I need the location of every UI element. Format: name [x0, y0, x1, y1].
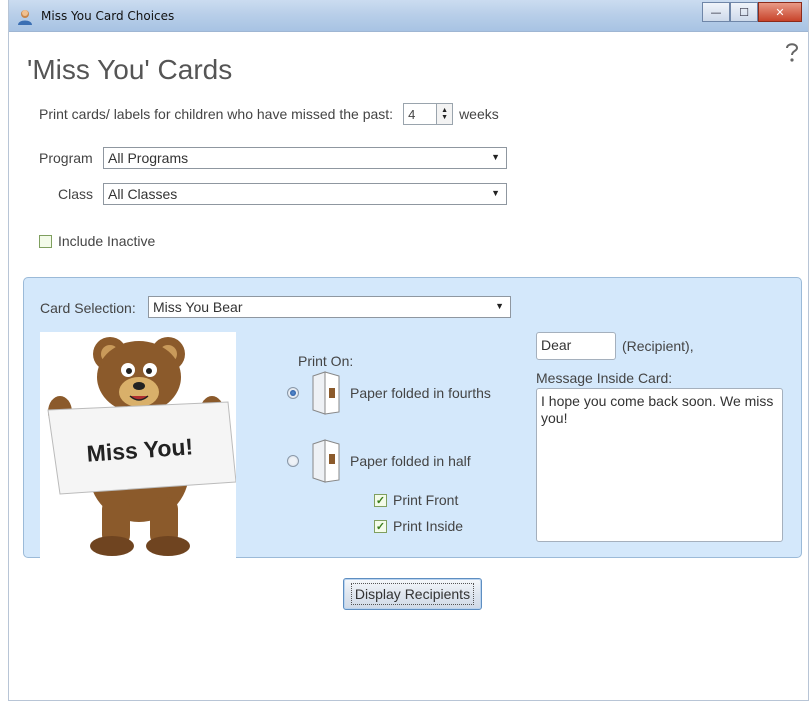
- dialog-window: Miss You Card Choices — ☐ ✕ 'Miss You' C…: [8, 0, 809, 701]
- fourths-label: Paper folded in fourths: [350, 385, 491, 401]
- card-preview-image: Miss You!: [40, 332, 236, 558]
- option-fourths-row[interactable]: Paper folded in fourths: [287, 370, 491, 416]
- card-selection-label: Card Selection:: [40, 300, 136, 316]
- card-selection-dropdown[interactable]: Miss You Bear ▼: [148, 296, 511, 318]
- message-label: Message Inside Card:: [536, 370, 673, 386]
- option-half-row[interactable]: Paper folded in half: [287, 438, 471, 484]
- folded-card-half-icon: [312, 439, 340, 483]
- program-value: All Programs: [108, 150, 189, 166]
- chevron-down-icon: ▼: [491, 152, 500, 162]
- program-dropdown[interactable]: All Programs ▼: [103, 147, 507, 169]
- class-label: Class: [58, 186, 94, 202]
- greeting-field[interactable]: Dear: [536, 332, 616, 360]
- help-icon[interactable]: [782, 40, 802, 64]
- folded-card-fourths-icon: [312, 371, 340, 415]
- card-selection-panel: Card Selection: Miss You Bear ▼ Miss You…: [23, 277, 802, 558]
- page-title: 'Miss You' Cards: [27, 54, 233, 85]
- print-front-checkbox[interactable]: ✓: [374, 493, 387, 507]
- print-inside-label: Print Inside: [393, 518, 464, 534]
- missed-weeks-label: Print cards/ labels for children who hav…: [39, 106, 394, 122]
- bear-illustration: Miss You!: [47, 337, 236, 556]
- half-label: Paper folded in half: [350, 453, 471, 469]
- title-bar[interactable]: Miss You Card Choices — ☐ ✕: [9, 0, 808, 32]
- recipient-label: (Recipient),: [622, 338, 694, 354]
- window-title: Miss You Card Choices: [41, 9, 175, 23]
- chevron-down-icon: ▼: [491, 188, 500, 198]
- include-inactive-row[interactable]: Include Inactive: [39, 233, 155, 249]
- chevron-down-icon: ▼: [495, 301, 504, 311]
- print-front-row[interactable]: ✓ Print Front: [374, 492, 458, 508]
- weeks-stepper[interactable]: 4 ▲ ▼: [403, 103, 454, 125]
- weeks-suffix: weeks: [459, 106, 499, 122]
- stepper-up-icon[interactable]: ▲: [441, 107, 448, 114]
- print-on-label: Print On:: [298, 353, 354, 369]
- print-front-label: Print Front: [393, 492, 459, 508]
- include-inactive-checkbox[interactable]: [39, 234, 52, 248]
- class-value: All Classes: [108, 186, 178, 202]
- display-recipients-button[interactable]: Display Recipients: [343, 578, 482, 610]
- close-button[interactable]: ✕: [758, 2, 802, 22]
- weeks-stepper-buttons[interactable]: ▲ ▼: [436, 104, 453, 124]
- print-inside-checkbox[interactable]: ✓: [374, 519, 387, 533]
- weeks-value[interactable]: 4: [404, 104, 436, 124]
- minimize-button[interactable]: —: [702, 2, 730, 22]
- maximize-button[interactable]: ☐: [730, 2, 758, 22]
- program-label: Program: [39, 150, 93, 166]
- app-person-icon: [18, 10, 32, 25]
- print-inside-row[interactable]: ✓ Print Inside: [374, 518, 463, 534]
- window-controls: — ☐ ✕: [702, 2, 802, 24]
- stepper-down-icon[interactable]: ▼: [441, 114, 448, 121]
- display-recipients-label: Display Recipients: [350, 583, 475, 605]
- class-dropdown[interactable]: All Classes ▼: [103, 183, 507, 205]
- half-radio[interactable]: [287, 455, 299, 467]
- include-inactive-label: Include Inactive: [58, 233, 156, 249]
- missed-weeks-row: Print cards/ labels for children who hav…: [39, 103, 499, 125]
- fourths-radio[interactable]: [287, 387, 299, 399]
- message-textarea[interactable]: I hope you come back soon. We miss you!: [536, 388, 783, 542]
- card-selection-value: Miss You Bear: [153, 299, 243, 315]
